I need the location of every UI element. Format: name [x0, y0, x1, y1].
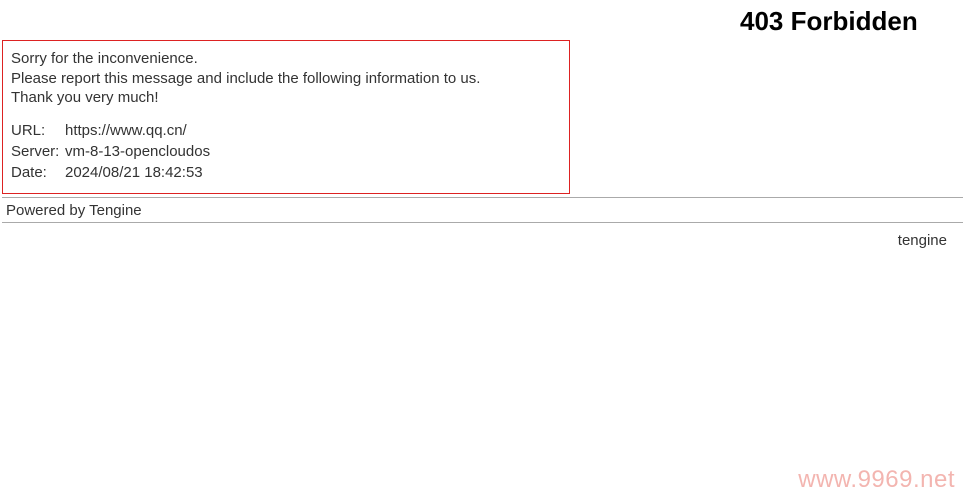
- table-row: Date: 2024/08/21 18:42:53: [11, 162, 210, 183]
- url-label: URL:: [11, 120, 65, 141]
- apology-line-3: Thank you very much!: [11, 88, 561, 108]
- footer-server-name: tengine: [898, 232, 947, 249]
- table-row: Server: vm-8-13-opencloudos: [11, 141, 210, 162]
- apology-text: Sorry for the inconvenience. Please repo…: [11, 49, 561, 108]
- watermark: www.9969.net: [798, 466, 955, 494]
- page-title: 403 Forbidden: [740, 6, 918, 37]
- date-label: Date:: [11, 162, 65, 183]
- divider-bottom: [2, 222, 963, 223]
- info-table: URL: https://www.qq.cn/ Server: vm-8-13-…: [11, 120, 210, 183]
- powered-by-text: Powered by Tengine: [6, 202, 142, 219]
- server-value: vm-8-13-opencloudos: [65, 141, 210, 162]
- apology-line-2: Please report this message and include t…: [11, 69, 561, 89]
- url-value: https://www.qq.cn/: [65, 120, 210, 141]
- table-row: URL: https://www.qq.cn/: [11, 120, 210, 141]
- server-label: Server:: [11, 141, 65, 162]
- apology-line-1: Sorry for the inconvenience.: [11, 49, 561, 69]
- date-value: 2024/08/21 18:42:53: [65, 162, 210, 183]
- error-box: Sorry for the inconvenience. Please repo…: [2, 40, 570, 194]
- divider-top: [2, 197, 963, 198]
